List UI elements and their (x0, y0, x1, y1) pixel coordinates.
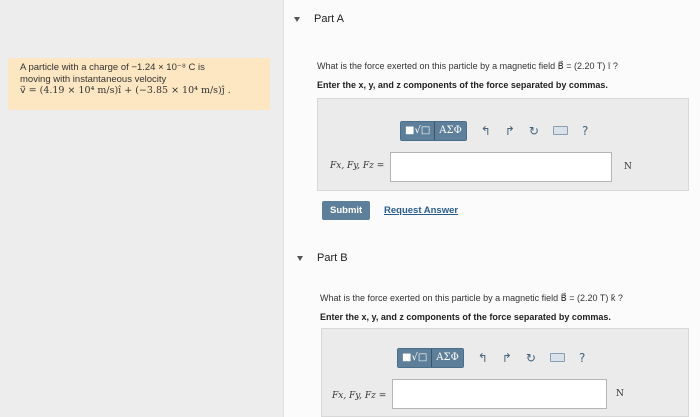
part-b-toolbar: ■√□ AΣΦ ↰ ↱ ↻ ? (397, 346, 585, 369)
reset-icon[interactable]: ↻ (526, 351, 536, 365)
problem-line-3: v⃗ = (4.19 × 10⁴ m/s)î + (−3.85 × 10⁴ m/… (20, 85, 231, 96)
problem-line-2: moving with instantaneous velocity (20, 73, 167, 85)
help-icon[interactable]: ? (582, 124, 588, 138)
undo-icon[interactable]: ↰ (481, 124, 491, 138)
keyboard-icon[interactable] (549, 353, 565, 362)
part-b-field-label: Fx, Fy, Fz = (332, 391, 387, 401)
part-b-unit: N (616, 389, 624, 399)
problem-line-1: A particle with a charge of −1.24 × 10⁻⁸… (20, 62, 205, 73)
part-b-toolbar-buttons: ■√□ AΣΦ (397, 347, 464, 368)
part-b-instruction: Enter the x, y, and z components of the … (320, 312, 611, 322)
part-a-field-label: Fx, Fy, Fz = (330, 161, 385, 171)
templates-button[interactable]: ■√□ (398, 348, 432, 367)
part-a-toolbar: ■√□ AΣΦ ↰ ↱ ↻ ? (400, 119, 588, 142)
part-b-answer-input[interactable] (392, 379, 607, 409)
part-a-title: Part A (314, 13, 344, 25)
symbols-button[interactable]: AΣΦ (434, 121, 466, 140)
help-icon[interactable]: ? (579, 351, 585, 365)
right-panel: Part A What is the force exerted on this… (283, 0, 700, 417)
redo-icon[interactable]: ↱ (505, 124, 515, 138)
part-b-answer-area: ■√□ AΣΦ ↰ ↱ ↻ ? Fx, Fy, Fz = N (321, 328, 689, 417)
part-a-answer-area: ■√□ AΣΦ ↰ ↱ ↻ ? Fx, Fy, Fz = N (317, 98, 689, 191)
left-panel: A particle with a charge of −1.24 × 10⁻⁸… (0, 0, 283, 417)
keyboard-icon[interactable] (552, 126, 568, 135)
templates-button[interactable]: ■√□ (401, 121, 435, 140)
part-a-answer-input[interactable] (390, 152, 612, 182)
problem-statement: A particle with a charge of −1.24 × 10⁻⁸… (8, 58, 270, 110)
part-b-title: Part B (317, 252, 348, 264)
part-b-header[interactable]: Part B (297, 252, 348, 264)
request-answer-link[interactable]: Request Answer (384, 205, 458, 216)
submit-button[interactable]: Submit (322, 201, 371, 220)
reset-icon[interactable]: ↻ (529, 124, 539, 138)
collapse-caret-icon[interactable] (297, 255, 303, 261)
part-a-toolbar-buttons: ■√□ AΣΦ (400, 120, 467, 141)
part-a-instruction: Enter the x, y, and z components of the … (317, 80, 608, 90)
part-a-header[interactable]: Part A (294, 13, 344, 25)
undo-icon[interactable]: ↰ (478, 351, 488, 365)
symbols-button[interactable]: AΣΦ (431, 348, 463, 367)
part-b-question: What is the force exerted on this partic… (320, 293, 623, 303)
part-a-question: What is the force exerted on this partic… (317, 61, 618, 71)
redo-icon[interactable]: ↱ (502, 351, 512, 365)
part-a-unit: N (624, 162, 632, 172)
collapse-caret-icon[interactable] (294, 16, 300, 22)
